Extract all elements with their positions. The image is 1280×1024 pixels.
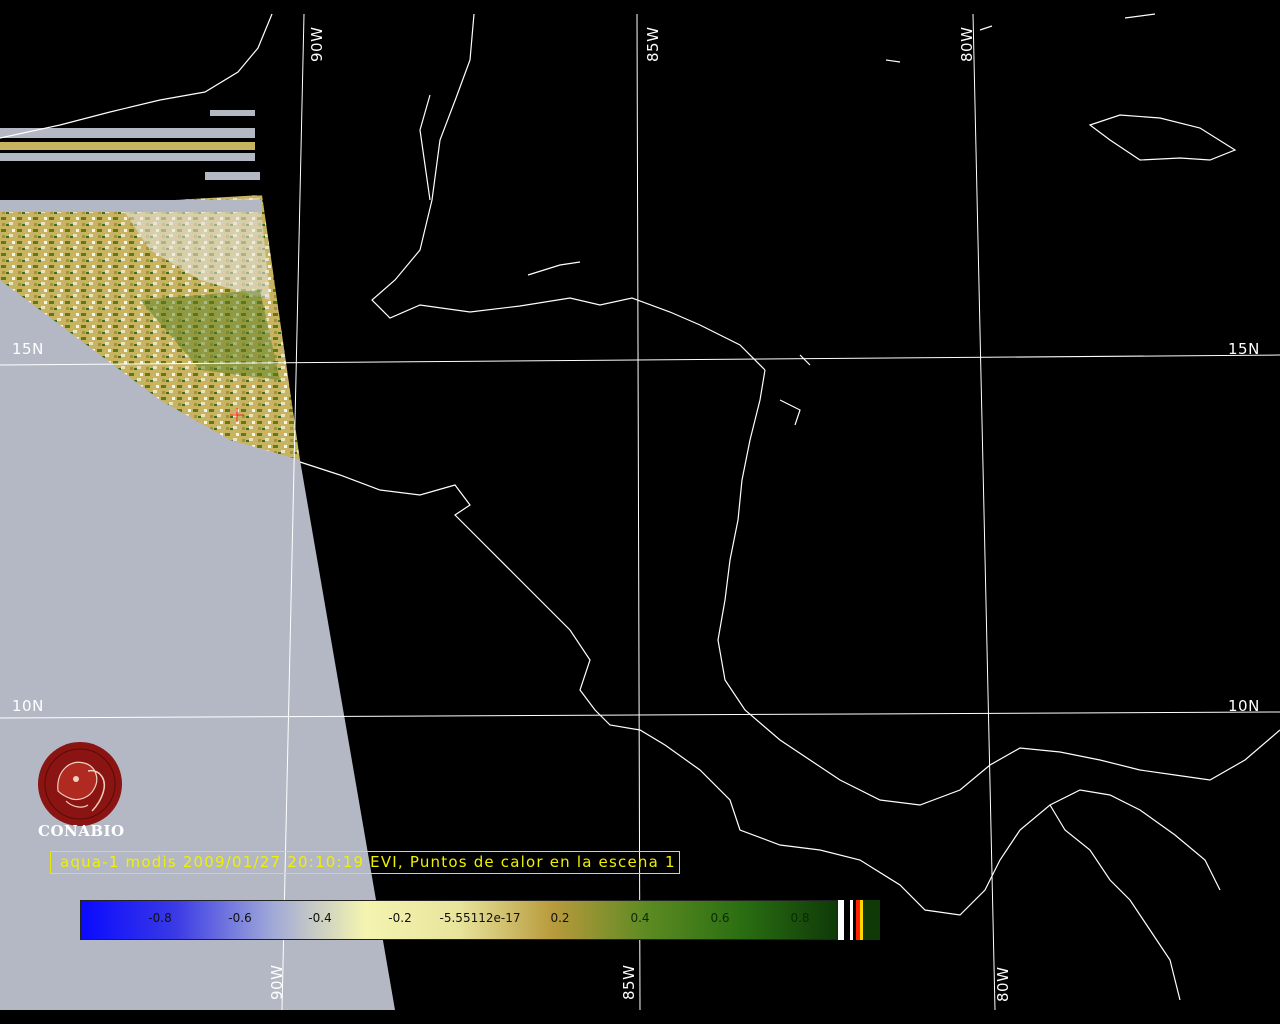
swath-stripes — [0, 110, 262, 212]
colorbar-tick-label: -0.4 — [308, 911, 332, 925]
colorbar-tick-label: -5.55112e-17 — [439, 911, 521, 925]
lon-label-top-90w: 90W — [308, 26, 326, 62]
lat-label-right-15n: 15N — [1228, 340, 1260, 358]
colorbar-tick-label: 0.6 — [710, 911, 730, 925]
colorbar-tick-label: -0.2 — [388, 911, 412, 925]
lat-label-left-10n: 10N — [12, 697, 44, 715]
lon-label-bottom-90w: 90W — [268, 964, 286, 1000]
lon-label-top-80w: 80W — [958, 26, 976, 62]
lon-label-bottom-85w: 85W — [620, 964, 638, 1000]
scene-caption: aqua-1 modis 2009/01/27 20:10:19 EVI, Pu… — [60, 853, 676, 871]
colorbar-end-swatch — [863, 900, 880, 940]
lon-label-top-85w: 85W — [644, 26, 662, 62]
conabio-logo-text: CONABIO — [38, 822, 125, 840]
colorbar-tick-label: -0.8 — [148, 911, 172, 925]
colorbar-tick-label: 0.2 — [550, 911, 570, 925]
lon-label-bottom-80w: 80W — [994, 966, 1012, 1002]
evi-colorbar: -0.8 -0.6 -0.4 -0.2 -5.55112e-17 0.2 0.4 0.6 0.8 — [80, 900, 880, 940]
scene-caption-box: aqua-1 modis 2009/01/27 20:10:19 EVI, Pu… — [50, 851, 680, 874]
colorbar-tick-label: -0.6 — [228, 911, 252, 925]
colorbar-tick-label: 0.4 — [630, 911, 650, 925]
lat-label-left-15n: 15N — [12, 340, 44, 358]
lat-label-right-10n: 10N — [1228, 697, 1260, 715]
colorbar-tick-label: 0.8 — [790, 911, 810, 925]
